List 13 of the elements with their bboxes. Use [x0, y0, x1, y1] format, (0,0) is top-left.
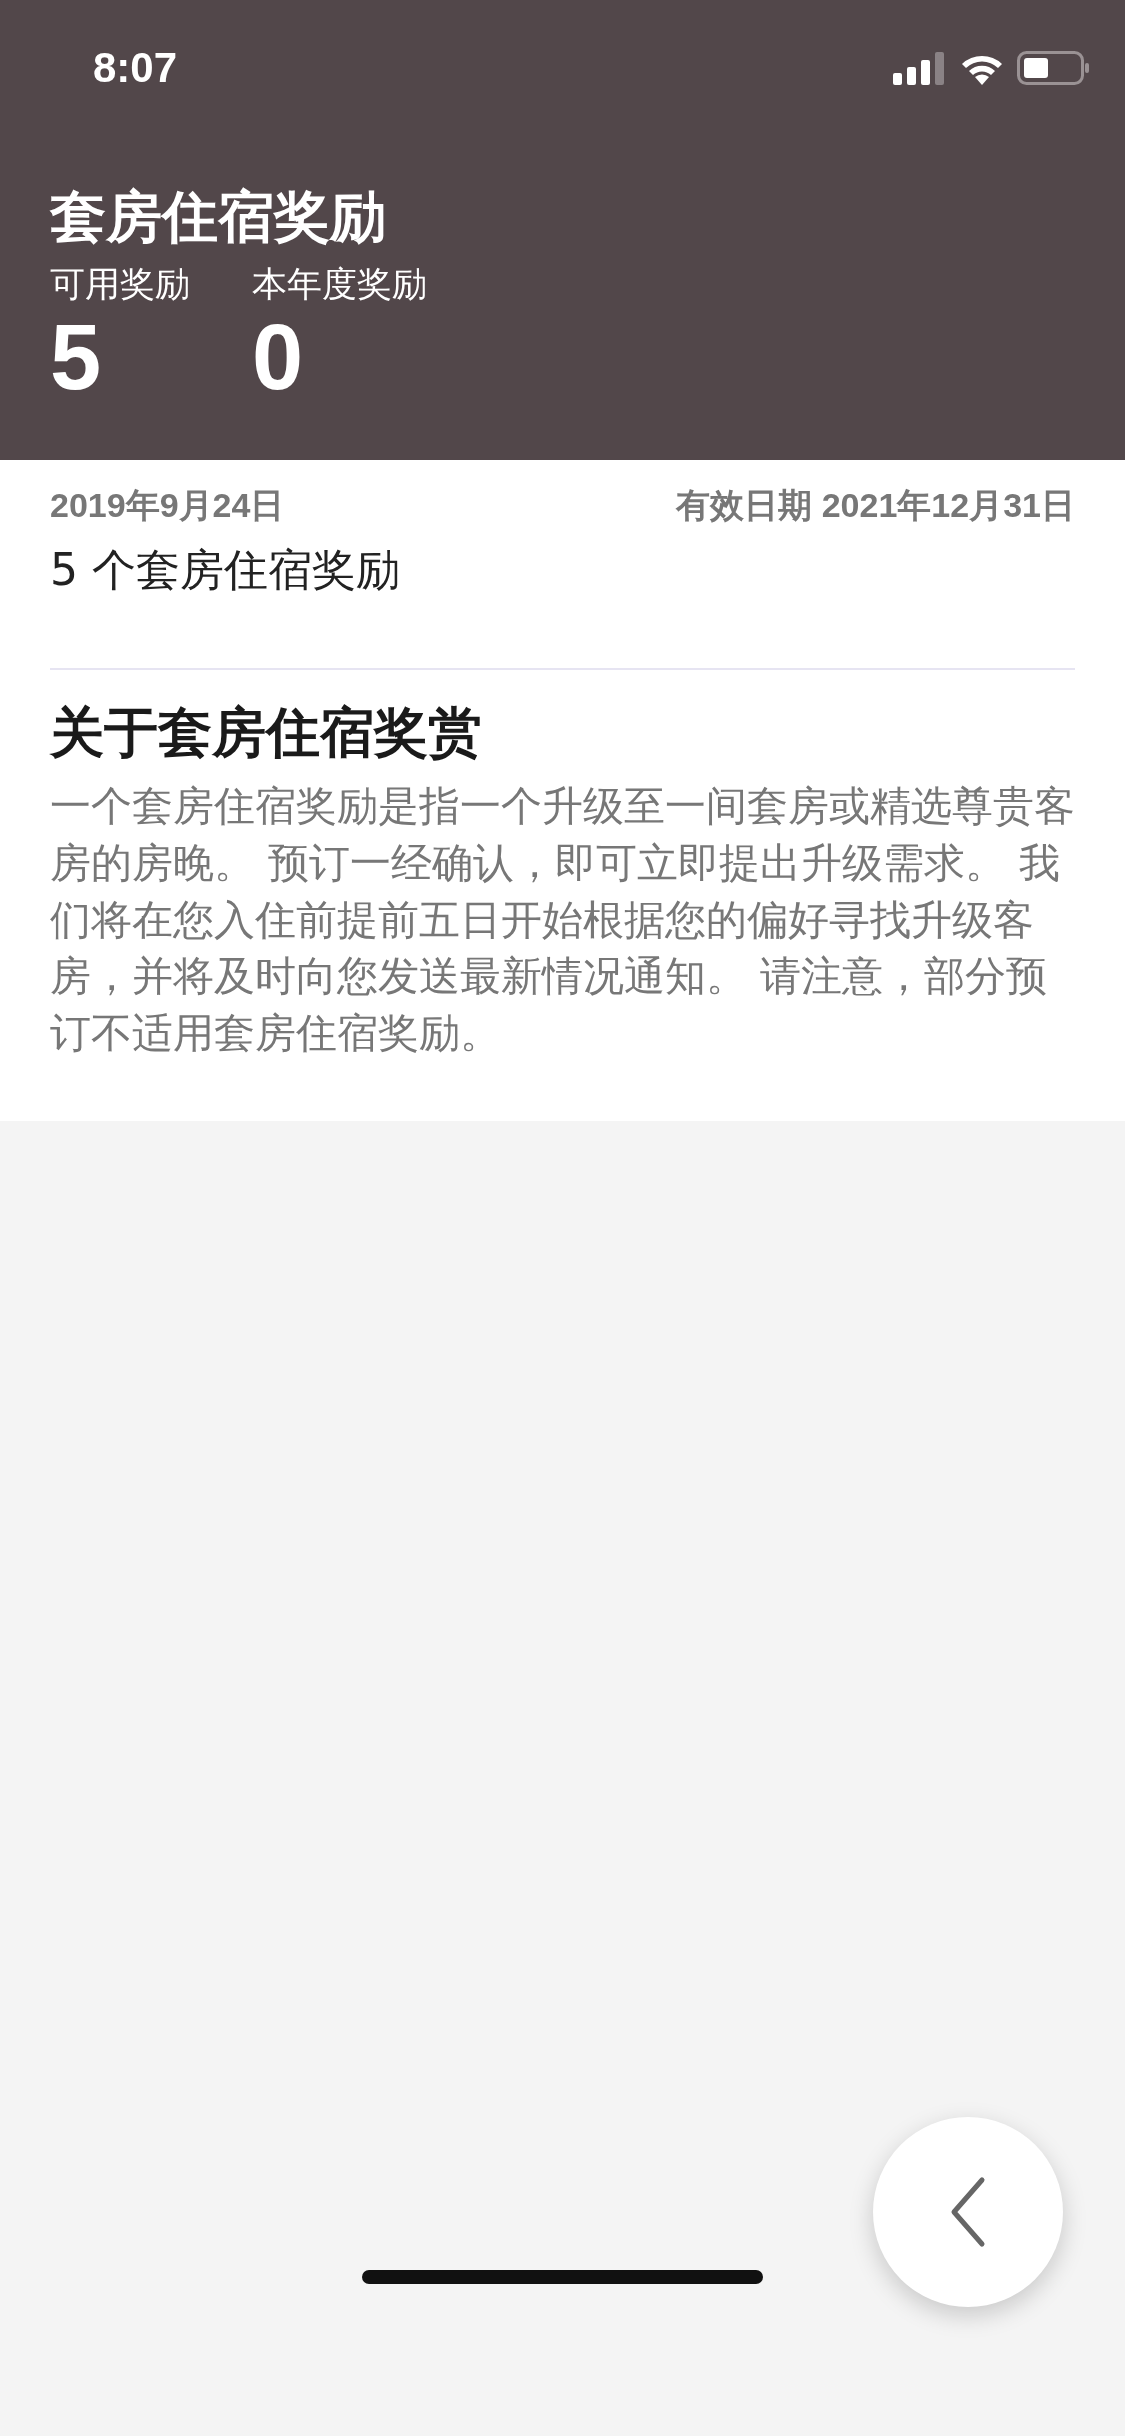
stat-label: 可用奖励 — [50, 262, 190, 306]
stat-value: 5 — [50, 307, 103, 409]
award-description: 5 个套房住宿奖励 — [50, 543, 401, 597]
award-date: 2019年9月24日 — [50, 485, 285, 526]
page-title: 套房住宿奖励 — [50, 186, 387, 248]
section-heading: 关于套房住宿奖赏 — [50, 700, 483, 767]
stat-value: 0 — [252, 307, 305, 409]
signal-icon — [893, 51, 947, 85]
status-time: 8:07 — [93, 44, 178, 92]
battery-icon — [1017, 51, 1089, 85]
expiry-date: 有效日期 2021年12月31日 — [676, 485, 1075, 526]
stat-label: 本年度奖励 — [252, 262, 427, 306]
section-paragraph: 一个套房住宿奖励是指一个升级至一间套房或精选尊贵客房的房晚。 预订一经确认，即可立即提出升级需求。 我们将在您入住前提前五日开始根据您的偏好寻找升级客房，并将及时向您发送最新情况通知。 请注意，部分预订不适用套房住宿奖励。 — [50, 781, 1075, 1059]
